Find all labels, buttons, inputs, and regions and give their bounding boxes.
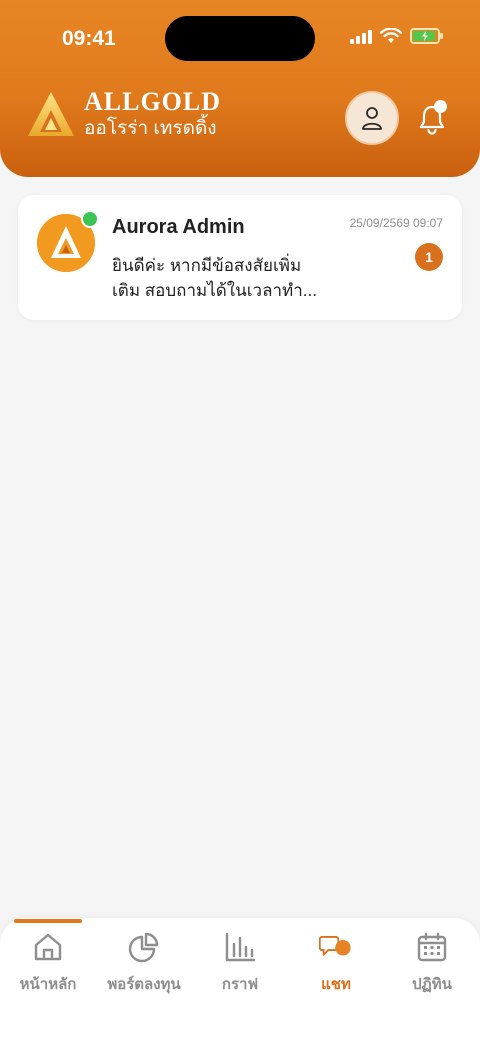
chat-list-item[interactable]: Aurora Admin 25/09/2569 09:07 ยินดีค่ะ ห… — [18, 195, 462, 320]
avatar — [37, 210, 99, 272]
notification-badge-dot — [434, 100, 447, 113]
chat-preview-line: เติม สอบถามได้ในเวลาทำ... — [112, 281, 317, 300]
app-header: 09:41 ALLGOLD ออโรร่า เทรดดิ้ง — [0, 0, 480, 177]
status-time: 09:41 — [62, 27, 116, 50]
user-icon — [362, 107, 382, 130]
pie-chart-icon — [128, 932, 159, 963]
tab-bar-indicator — [14, 919, 82, 923]
tab-graph[interactable]: กราฟ — [192, 930, 288, 996]
chat-icon — [319, 936, 351, 956]
cellular-signal-icon — [350, 28, 372, 44]
chat-preview: ยินดีค่ะ หากมีข้อสงสัยเพิ่ม เติม สอบถามไ… — [112, 253, 322, 303]
wifi-icon — [380, 28, 402, 43]
tab-label: กราฟ — [221, 976, 259, 993]
chat-preview-line: ยินดีค่ะ หากมีข้อสงสัยเพิ่ม — [112, 256, 302, 275]
tab-label: หน้าหลัก — [19, 976, 77, 993]
tab-portfolio[interactable]: พอร์ตลงทุน — [96, 930, 192, 996]
dynamic-island — [165, 16, 315, 61]
tab-calendar[interactable]: ปฏิทิน — [384, 930, 480, 996]
home-icon — [34, 933, 62, 961]
battery-icon — [410, 28, 443, 44]
brand: ALLGOLD ออโรร่า เทรดดิ้ง — [26, 88, 221, 140]
tab-chat[interactable]: แชท — [288, 930, 384, 996]
chat-timestamp: 25/09/2569 09:07 — [349, 216, 443, 230]
brand-name: ALLGOLD — [84, 87, 222, 116]
unread-count-badge: 1 — [415, 243, 443, 271]
notification-button[interactable] — [412, 99, 452, 139]
tab-label: แชท — [321, 976, 351, 993]
chat-contact-name: Aurora Admin — [112, 216, 245, 238]
tab-label: ปฏิทิน — [412, 976, 452, 993]
status-icons — [350, 28, 443, 44]
tab-home[interactable]: หน้าหลัก — [0, 930, 96, 996]
bar-chart-icon — [225, 932, 256, 962]
online-status-dot — [81, 210, 99, 228]
calendar-icon — [417, 932, 447, 962]
tab-label: พอร์ตลงทุน — [107, 976, 181, 993]
brand-subtitle: ออโรร่า เทรดดิ้ง — [84, 118, 217, 139]
profile-button[interactable] — [345, 91, 399, 145]
allgold-logo-icon — [28, 92, 74, 136]
